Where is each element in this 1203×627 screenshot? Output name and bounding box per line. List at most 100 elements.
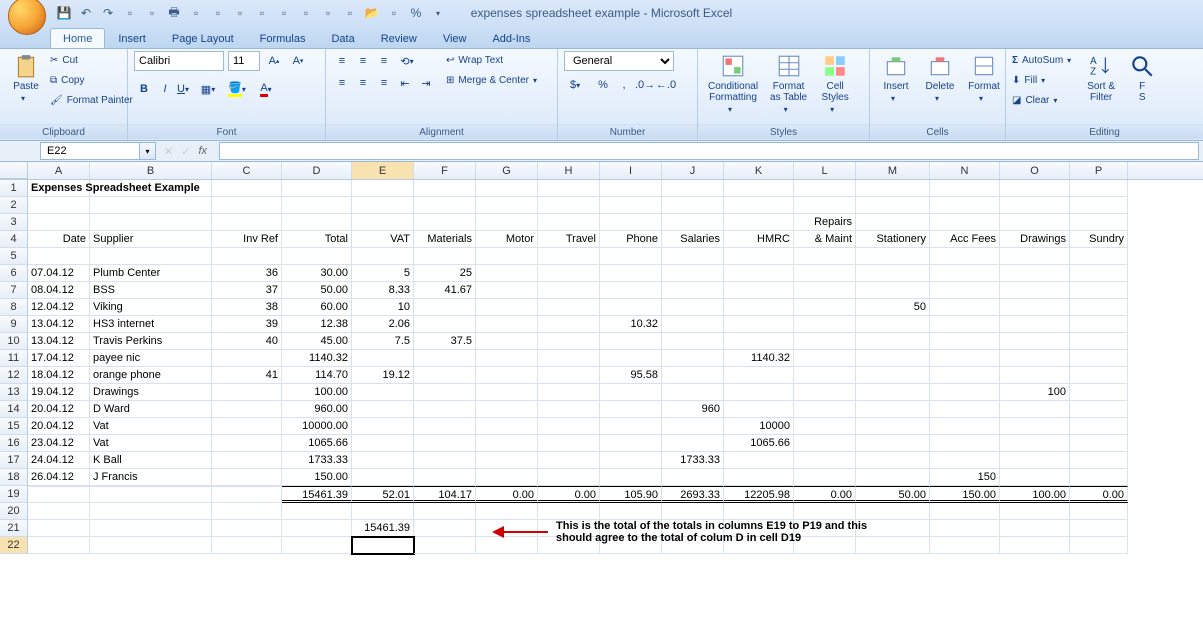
cell[interactable]: [352, 214, 414, 231]
cell[interactable]: [856, 469, 930, 486]
cell[interactable]: [1070, 469, 1128, 486]
cell[interactable]: [414, 316, 476, 333]
cell[interactable]: [352, 248, 414, 265]
cell[interactable]: [28, 248, 90, 265]
column-header[interactable]: E: [352, 162, 414, 179]
cell[interactable]: [724, 333, 794, 350]
cell[interactable]: 5: [352, 265, 414, 282]
cell[interactable]: payee nic: [90, 350, 212, 367]
align-bottom-button[interactable]: ≡: [374, 51, 394, 71]
qat-icon[interactable]: ▫: [144, 5, 160, 21]
fill-button[interactable]: ⬇Fill▾: [1012, 71, 1077, 89]
qat-icon[interactable]: ▫: [232, 5, 248, 21]
cell[interactable]: [90, 180, 212, 197]
cell[interactable]: 1733.33: [282, 452, 352, 469]
cell[interactable]: 10: [352, 299, 414, 316]
cell[interactable]: [1070, 452, 1128, 469]
cell[interactable]: [212, 503, 282, 520]
cell[interactable]: [856, 316, 930, 333]
cell[interactable]: [662, 316, 724, 333]
cell[interactable]: [1070, 367, 1128, 384]
cell[interactable]: Plumb Center: [90, 265, 212, 282]
cell[interactable]: 18.04.12: [28, 367, 90, 384]
cell[interactable]: orange phone: [90, 367, 212, 384]
formula-input[interactable]: [219, 142, 1199, 160]
font-color-button[interactable]: A▾: [255, 79, 283, 99]
cell[interactable]: [794, 333, 856, 350]
cell[interactable]: [1000, 469, 1070, 486]
cell[interactable]: [1000, 537, 1070, 554]
cell[interactable]: 150.00: [930, 486, 1000, 503]
row-header[interactable]: 2: [0, 197, 28, 214]
cell[interactable]: [1000, 197, 1070, 214]
percent-button[interactable]: %: [593, 75, 613, 95]
column-header[interactable]: K: [724, 162, 794, 179]
cell[interactable]: Drawings: [1000, 231, 1070, 248]
cell[interactable]: [930, 503, 1000, 520]
decrease-indent-button[interactable]: ⇤: [395, 73, 415, 93]
cell[interactable]: [1000, 452, 1070, 469]
cell[interactable]: J Francis: [90, 469, 212, 486]
cell-styles-button[interactable]: Cell Styles▾: [815, 51, 855, 116]
row-header[interactable]: 18: [0, 469, 28, 486]
cell[interactable]: [724, 452, 794, 469]
cell[interactable]: [600, 418, 662, 435]
cell[interactable]: [1070, 214, 1128, 231]
cell[interactable]: 15461.39: [352, 520, 414, 537]
cell[interactable]: [856, 503, 930, 520]
cell[interactable]: [794, 282, 856, 299]
name-box-dropdown[interactable]: ▾: [140, 142, 156, 160]
cell[interactable]: [538, 350, 600, 367]
cell[interactable]: Phone: [600, 231, 662, 248]
cell[interactable]: [856, 265, 930, 282]
cell[interactable]: 95.58: [600, 367, 662, 384]
cell[interactable]: VAT: [352, 231, 414, 248]
cell[interactable]: 10000: [724, 418, 794, 435]
cell[interactable]: [856, 350, 930, 367]
cell[interactable]: 45.00: [282, 333, 352, 350]
cell[interactable]: 12205.98: [724, 486, 794, 503]
cell[interactable]: [90, 486, 212, 503]
wrap-text-button[interactable]: ↩Wrap Text: [446, 51, 543, 69]
cell[interactable]: [476, 401, 538, 418]
cell[interactable]: [930, 537, 1000, 554]
cell[interactable]: [930, 333, 1000, 350]
cell[interactable]: Supplier: [90, 231, 212, 248]
cell[interactable]: [794, 299, 856, 316]
redo-icon[interactable]: ↷: [100, 5, 116, 21]
cell[interactable]: [538, 265, 600, 282]
cell[interactable]: [352, 452, 414, 469]
cell[interactable]: [476, 180, 538, 197]
cell[interactable]: [538, 367, 600, 384]
cell[interactable]: [212, 435, 282, 452]
cell[interactable]: [930, 197, 1000, 214]
cell[interactable]: [1000, 265, 1070, 282]
cell[interactable]: [662, 282, 724, 299]
cell[interactable]: [856, 214, 930, 231]
cell[interactable]: [856, 282, 930, 299]
cell[interactable]: Vat: [90, 435, 212, 452]
tab-page-layout[interactable]: Page Layout: [159, 28, 247, 48]
cell[interactable]: [724, 503, 794, 520]
cell[interactable]: [476, 367, 538, 384]
cell[interactable]: [414, 418, 476, 435]
cell[interactable]: [212, 486, 282, 503]
cell[interactable]: [476, 418, 538, 435]
cell[interactable]: [28, 214, 90, 231]
cell[interactable]: [794, 316, 856, 333]
column-header[interactable]: I: [600, 162, 662, 179]
cell[interactable]: 10000.00: [282, 418, 352, 435]
cell[interactable]: [1070, 180, 1128, 197]
cell[interactable]: [538, 333, 600, 350]
increase-font-button[interactable]: A▴: [264, 51, 284, 71]
cell[interactable]: [282, 248, 352, 265]
cell[interactable]: [352, 401, 414, 418]
cell[interactable]: [476, 452, 538, 469]
cell[interactable]: [856, 197, 930, 214]
cell[interactable]: 07.04.12: [28, 265, 90, 282]
cell[interactable]: [724, 401, 794, 418]
column-header[interactable]: J: [662, 162, 724, 179]
cell[interactable]: [414, 248, 476, 265]
row-header[interactable]: 17: [0, 452, 28, 469]
cell[interactable]: [1000, 367, 1070, 384]
